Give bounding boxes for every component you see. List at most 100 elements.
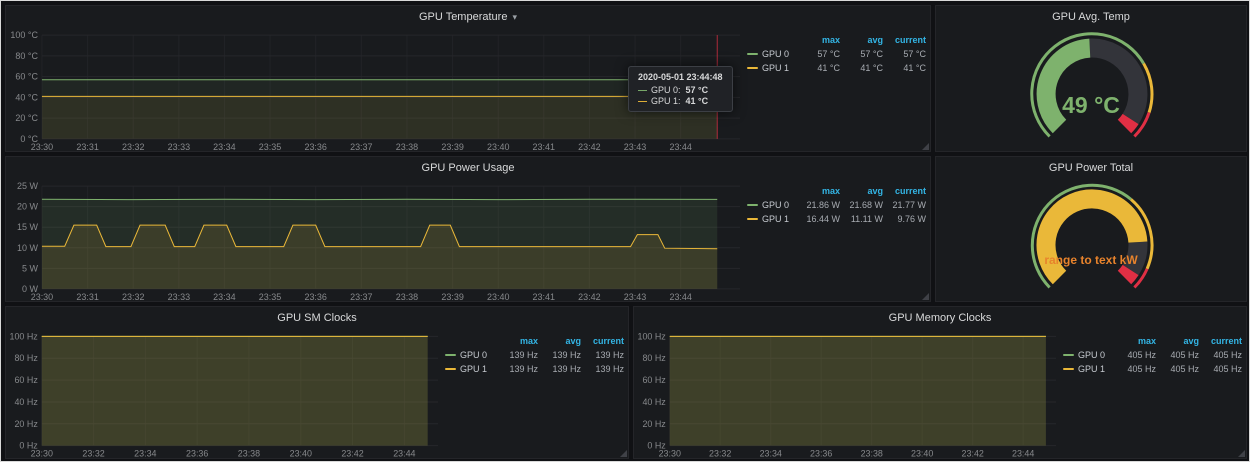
legend-sort-header[interactable]: avg — [840, 186, 883, 196]
legend-sort-header[interactable]: current — [1199, 336, 1242, 346]
gauge-value: 49 °C — [936, 92, 1246, 119]
panel-title-text: GPU SM Clocks — [277, 312, 356, 324]
legend-value: 139 Hz — [495, 350, 538, 360]
panel-title-gpu-avg-temp[interactable]: GPU Avg. Temp — [936, 6, 1246, 28]
svg-text:23:33: 23:33 — [168, 292, 190, 302]
power-legend: maxavgcurrentGPU 021.86 W21.68 W21.77 WG… — [745, 179, 930, 226]
legend-value: 41 °C — [797, 63, 840, 73]
legend-sort-header[interactable]: avg — [538, 336, 581, 346]
panel-title-gpu-temperature[interactable]: GPU Temperature ▾ — [6, 6, 930, 28]
svg-text:23:36: 23:36 — [304, 292, 326, 302]
legend-value: 41 °C — [840, 63, 883, 73]
legend-series-toggle[interactable]: GPU 1 — [1063, 364, 1113, 374]
temperature-legend: maxavgcurrentGPU 057 °C57 °C57 °CGPU 141… — [745, 28, 930, 75]
svg-text:23:38: 23:38 — [396, 142, 418, 152]
svg-text:23:36: 23:36 — [186, 449, 208, 459]
legend-sort-header[interactable]: current — [581, 336, 624, 346]
memory-clocks-legend: maxavgcurrentGPU 0405 Hz405 Hz405 HzGPU … — [1061, 329, 1246, 376]
svg-text:20 W: 20 W — [17, 202, 38, 212]
series-color-icon — [445, 354, 456, 356]
series-color-icon — [747, 53, 758, 55]
memory-clocks-chart[interactable]: 23:3023:3223:3423:3623:3823:4023:4223:44… — [634, 329, 1061, 460]
svg-text:40 °C: 40 °C — [15, 92, 38, 102]
svg-text:23:42: 23:42 — [962, 449, 984, 459]
legend-sort-header[interactable]: max — [1113, 336, 1156, 346]
legend-value: 139 Hz — [538, 364, 581, 374]
legend-series-toggle[interactable]: GPU 1 — [747, 63, 797, 73]
svg-text:0 W: 0 W — [22, 284, 38, 294]
svg-text:23:39: 23:39 — [441, 292, 463, 302]
svg-text:23:40: 23:40 — [911, 449, 933, 459]
tooltip-series-value: 57 °C — [686, 85, 709, 95]
svg-text:23:35: 23:35 — [259, 292, 281, 302]
panel-resize-handle[interactable] — [620, 450, 627, 457]
legend-row: GPU 1405 Hz405 Hz405 Hz — [1063, 362, 1242, 376]
svg-text:40 Hz: 40 Hz — [642, 397, 666, 407]
panel-title-gpu-memory-clocks[interactable]: GPU Memory Clocks — [634, 307, 1246, 329]
svg-text:23:38: 23:38 — [238, 449, 260, 459]
avg-temp-gauge — [936, 28, 1248, 151]
legend-row: GPU 057 °C57 °C57 °C — [747, 47, 926, 61]
svg-text:23:34: 23:34 — [760, 449, 782, 459]
legend-series-toggle[interactable]: GPU 1 — [747, 214, 797, 224]
series-dash-icon: — — [638, 85, 647, 95]
legend-value: 405 Hz — [1199, 350, 1242, 360]
panel-title-text: GPU Temperature — [419, 11, 507, 23]
legend-value: 139 Hz — [538, 350, 581, 360]
svg-text:10 W: 10 W — [17, 243, 38, 253]
svg-text:23:36: 23:36 — [304, 142, 326, 152]
svg-text:20 °C: 20 °C — [15, 113, 38, 123]
legend-value: 57 °C — [797, 49, 840, 59]
legend-value: 405 Hz — [1113, 350, 1156, 360]
panel-resize-handle[interactable] — [922, 293, 929, 300]
legend-series-toggle[interactable]: GPU 1 — [445, 364, 495, 374]
svg-text:23:34: 23:34 — [213, 142, 235, 152]
svg-text:23:44: 23:44 — [393, 449, 415, 459]
legend-sort-header[interactable]: avg — [1156, 336, 1199, 346]
svg-text:23:33: 23:33 — [168, 142, 190, 152]
legend-value: 21.68 W — [840, 200, 883, 210]
series-dash-icon: — — [638, 96, 647, 106]
panel-title-gpu-power-total[interactable]: GPU Power Total — [936, 157, 1246, 179]
gauge-value: range to text kW — [936, 253, 1246, 267]
sm-clocks-legend: maxavgcurrentGPU 0139 Hz139 Hz139 HzGPU … — [443, 329, 628, 376]
legend-sort-header[interactable]: avg — [840, 35, 883, 45]
legend-sort-header[interactable]: current — [883, 186, 926, 196]
legend-sort-header[interactable]: max — [797, 186, 840, 196]
power-total-gauge — [936, 179, 1248, 302]
chevron-down-icon: ▾ — [512, 12, 517, 23]
sm-clocks-chart[interactable]: 23:3023:3223:3423:3623:3823:4023:4223:44… — [6, 329, 443, 460]
svg-text:23:40: 23:40 — [290, 449, 312, 459]
panel-gpu-avg-temp: GPU Avg. Temp 49 °C — [935, 5, 1247, 152]
legend-series-toggle[interactable]: GPU 0 — [747, 200, 797, 210]
svg-text:0 Hz: 0 Hz — [647, 441, 666, 451]
legend-row: GPU 021.86 W21.68 W21.77 W — [747, 198, 926, 212]
legend-sort-header[interactable]: max — [495, 336, 538, 346]
legend-value: 139 Hz — [581, 350, 624, 360]
svg-text:23:36: 23:36 — [810, 449, 832, 459]
legend-value: 57 °C — [840, 49, 883, 59]
legend-value: 16.44 W — [797, 214, 840, 224]
svg-text:40 Hz: 40 Hz — [14, 397, 38, 407]
tooltip-row: — GPU 1: 41 °C — [638, 96, 723, 106]
svg-text:23:32: 23:32 — [709, 449, 731, 459]
panel-resize-handle[interactable] — [1238, 450, 1245, 457]
svg-text:23:40: 23:40 — [487, 292, 509, 302]
panel-title-gpu-sm-clocks[interactable]: GPU SM Clocks — [6, 307, 628, 329]
legend-series-toggle[interactable]: GPU 0 — [1063, 350, 1113, 360]
svg-text:20 Hz: 20 Hz — [14, 419, 38, 429]
panel-title-gpu-power-usage[interactable]: GPU Power Usage — [6, 157, 930, 179]
power-usage-chart[interactable]: 23:3023:3123:3223:3323:3423:3523:3623:37… — [6, 179, 745, 303]
legend-sort-header[interactable]: max — [797, 35, 840, 45]
legend-series-toggle[interactable]: GPU 0 — [445, 350, 495, 360]
legend-header-row: maxavgcurrent — [747, 33, 926, 47]
legend-sort-header[interactable]: current — [883, 35, 926, 45]
legend-series-toggle[interactable]: GPU 0 — [747, 49, 797, 59]
panel-resize-handle[interactable] — [922, 143, 929, 150]
panel-title-text: GPU Memory Clocks — [889, 312, 992, 324]
svg-text:23:44: 23:44 — [669, 292, 691, 302]
svg-text:23:44: 23:44 — [1012, 449, 1034, 459]
svg-text:23:41: 23:41 — [533, 142, 555, 152]
svg-text:23:43: 23:43 — [624, 292, 646, 302]
chart-tooltip: 2020-05-01 23:44:48 — GPU 0: 57 °C — GPU… — [628, 66, 733, 112]
